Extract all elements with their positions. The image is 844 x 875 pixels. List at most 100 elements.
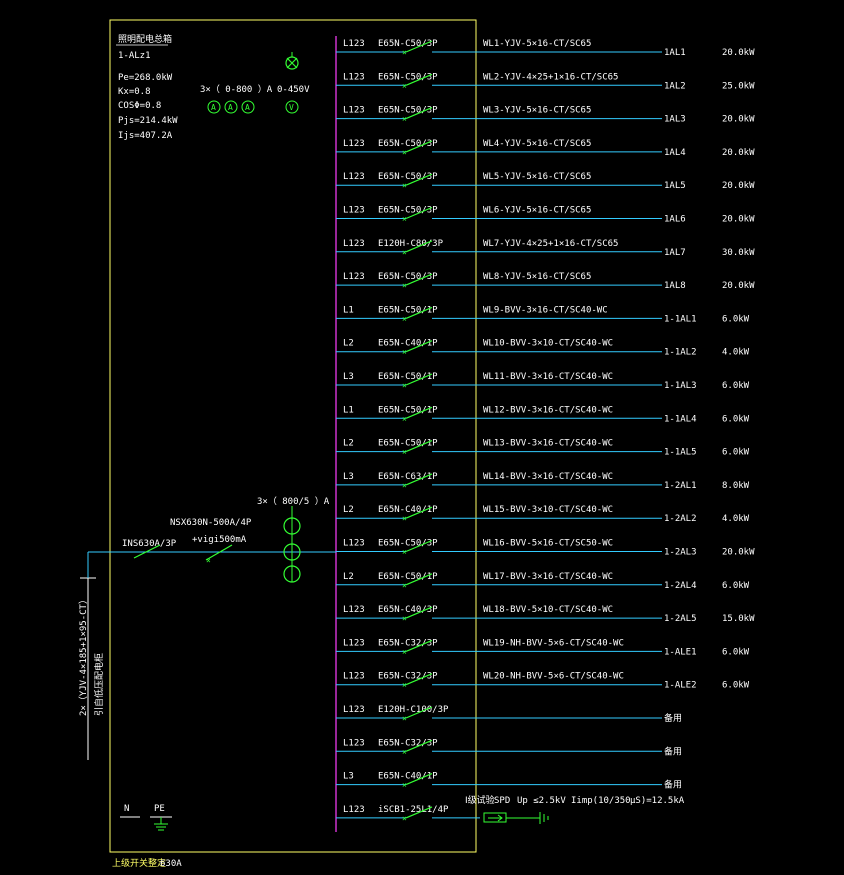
circuit-breaker-cross: × xyxy=(402,681,407,690)
circuit-breaker: E65N-C50/1P xyxy=(378,405,438,415)
spd-ground-icon xyxy=(506,812,549,824)
circuit-breaker-cross: × xyxy=(402,81,407,90)
panel-cos: COSΦ=0.8 xyxy=(118,101,161,111)
circuit-breaker-cross: × xyxy=(402,314,407,323)
ammeter-glyph-3: A xyxy=(245,103,250,112)
incoming-cable-spec: 2×（YJV-4×185+1×95-CT） xyxy=(78,595,89,716)
circuit-destination: 1-2AL4 xyxy=(664,581,697,591)
circuit-cable: WL4-YJV-5×16-CT/SC65 xyxy=(483,139,591,149)
circuit-breaker: E65N-C50/1P xyxy=(378,572,438,582)
pe-label: PE xyxy=(154,804,165,814)
circuit-destination: 1-1AL3 xyxy=(664,381,697,391)
circuit-destination: 1-1AL2 xyxy=(664,348,697,358)
neutral-label: N xyxy=(124,804,129,814)
ammeter-glyph-2: A xyxy=(228,103,233,112)
circuit-power: 6.0kW xyxy=(722,581,750,591)
circuit-power: 20.0kW xyxy=(722,115,755,125)
circuit-cable: WL6-YJV-5×16-CT/SC65 xyxy=(483,206,591,216)
circuit-destination: 1AL2 xyxy=(664,81,686,91)
circuit-breaker-cross: × xyxy=(402,448,407,457)
circuit-breaker-cross: × xyxy=(402,614,407,623)
circuit-breaker-cross: × xyxy=(402,281,407,290)
circuit-breaker: E65N-C40/1P xyxy=(378,772,438,782)
main-breaker-cross: × xyxy=(206,556,211,565)
circuit-phase: L3 xyxy=(343,772,354,782)
circuit-power: 20.0kW xyxy=(722,548,755,558)
circuit-cable: WL13-BVV-3×16-CT/SC40-WC xyxy=(483,439,613,449)
circuit-cable: WL12-BVV-3×16-CT/SC40-WC xyxy=(483,405,613,415)
circuit-cable: WL15-BVV-3×10-CT/SC40-WC xyxy=(483,505,613,515)
incoming-breaker-label: INS630A/3P xyxy=(122,539,177,549)
circuit-phase: L2 xyxy=(343,505,354,515)
circuit-phase: L1 xyxy=(343,305,354,315)
spd-type: SPD xyxy=(494,796,510,806)
circuit-destination: 1-2AL5 xyxy=(664,614,697,624)
circuit-phase: L123 xyxy=(343,72,365,82)
circuit-phase: L123 xyxy=(343,805,365,815)
circuit-destination: 1AL3 xyxy=(664,115,686,125)
circuit-phase: L123 xyxy=(343,206,365,216)
circuit-phase: L123 xyxy=(343,239,365,249)
circuit-cable: WL19-NH-BVV-5×6-CT/SC40-WC xyxy=(483,638,624,648)
circuit-breaker-cross: × xyxy=(402,248,407,257)
circuit-breaker-cross: × xyxy=(402,714,407,723)
circuit-cable: WL3-YJV-5×16-CT/SC65 xyxy=(483,106,591,116)
circuit-power: 4.0kW xyxy=(722,514,750,524)
voltmeter-range: 0-450V xyxy=(277,85,310,95)
circuit-breaker-cross: × xyxy=(402,548,407,557)
circuit-breaker-cross: × xyxy=(402,514,407,523)
voltmeter-glyph: V xyxy=(289,103,294,112)
circuit-breaker: E65N-C63/1P xyxy=(378,472,438,482)
circuit-breaker-cross: × xyxy=(402,414,407,423)
circuit-breaker: E65N-C40/3P xyxy=(378,605,438,615)
circuit-power: 6.0kW xyxy=(722,647,750,657)
circuit-phase: L123 xyxy=(343,139,365,149)
ammeter-range: 3×（ 0-800 ）A xyxy=(200,84,273,95)
circuit-destination: 备用 xyxy=(664,745,682,757)
circuit-power: 15.0kW xyxy=(722,614,755,624)
circuit-breaker-cross: × xyxy=(402,48,407,57)
circuit-breaker-cross: × xyxy=(402,814,407,823)
circuit-breaker-cross: × xyxy=(402,581,407,590)
circuit-phase: L123 xyxy=(343,605,365,615)
circuit-cable: WL7-YJV-4×25+1×16-CT/SC65 xyxy=(483,239,618,249)
circuit-breaker: E65N-C50/3P xyxy=(378,39,438,49)
circuit-breaker: E65N-C50/3P xyxy=(378,139,438,149)
spd-class-label: Ⅰ级试验 xyxy=(465,794,495,806)
circuit-cable: WL20-NH-BVV-5×6-CT/SC40-WC xyxy=(483,672,624,682)
circuit-phase: L3 xyxy=(343,472,354,482)
circuit-phase: L2 xyxy=(343,439,354,449)
panel-pjs: Pjs=214.4kW xyxy=(118,116,178,126)
circuit-breaker: E65N-C50/1P xyxy=(378,372,438,382)
circuit-destination: 备用 xyxy=(664,779,682,791)
circuit-cable: WL10-BVV-3×10-CT/SC40-WC xyxy=(483,339,613,349)
distribution-diagram: 照明配电总箱 1-ALz1 Pe=268.0kW Kx=0.8 COSΦ=0.8… xyxy=(78,19,755,869)
circuit-destination: 1AL5 xyxy=(664,181,686,191)
main-breaker-label: NSX630N-500A/4P xyxy=(170,518,252,528)
circuit-destination: 1-ALE2 xyxy=(664,681,697,691)
main-breaker-rcd: +vigi500mA xyxy=(192,535,247,545)
circuit-destination: 1-ALE1 xyxy=(664,647,697,657)
circuit-breaker: E65N-C50/3P xyxy=(378,106,438,116)
circuit-destination: 备用 xyxy=(664,712,682,724)
ct-label: 3×（ 800/5 ）A xyxy=(257,496,330,507)
circuit-cable: WL5-YJV-5×16-CT/SC65 xyxy=(483,172,591,182)
circuit-phase: L1 xyxy=(343,405,354,415)
circuit-destination: 1AL4 xyxy=(664,148,686,158)
circuit-breaker-cross: × xyxy=(402,348,407,357)
circuit-phase: L123 xyxy=(343,539,365,549)
circuit-breaker-cross: × xyxy=(402,381,407,390)
circuit-power: 20.0kW xyxy=(722,148,755,158)
spd-ka: μS)=12.5kA xyxy=(630,796,685,806)
circuit-destination: 1AL1 xyxy=(664,48,686,58)
panel-pe: Pe=268.0kW xyxy=(118,73,173,83)
circuit-breaker: E65N-C50/3P xyxy=(378,72,438,82)
circuit-breaker: E65N-C50/1P xyxy=(378,439,438,449)
circuit-phase: L3 xyxy=(343,372,354,382)
panel-id: 1-ALz1 xyxy=(118,51,151,61)
circuit-phase: L123 xyxy=(343,39,365,49)
circuit-breaker-cross: × xyxy=(402,781,407,790)
circuit-phase: L123 xyxy=(343,738,365,748)
circuit-power: 6.0kW xyxy=(722,448,750,458)
circuit-destination: 1-2AL2 xyxy=(664,514,697,524)
